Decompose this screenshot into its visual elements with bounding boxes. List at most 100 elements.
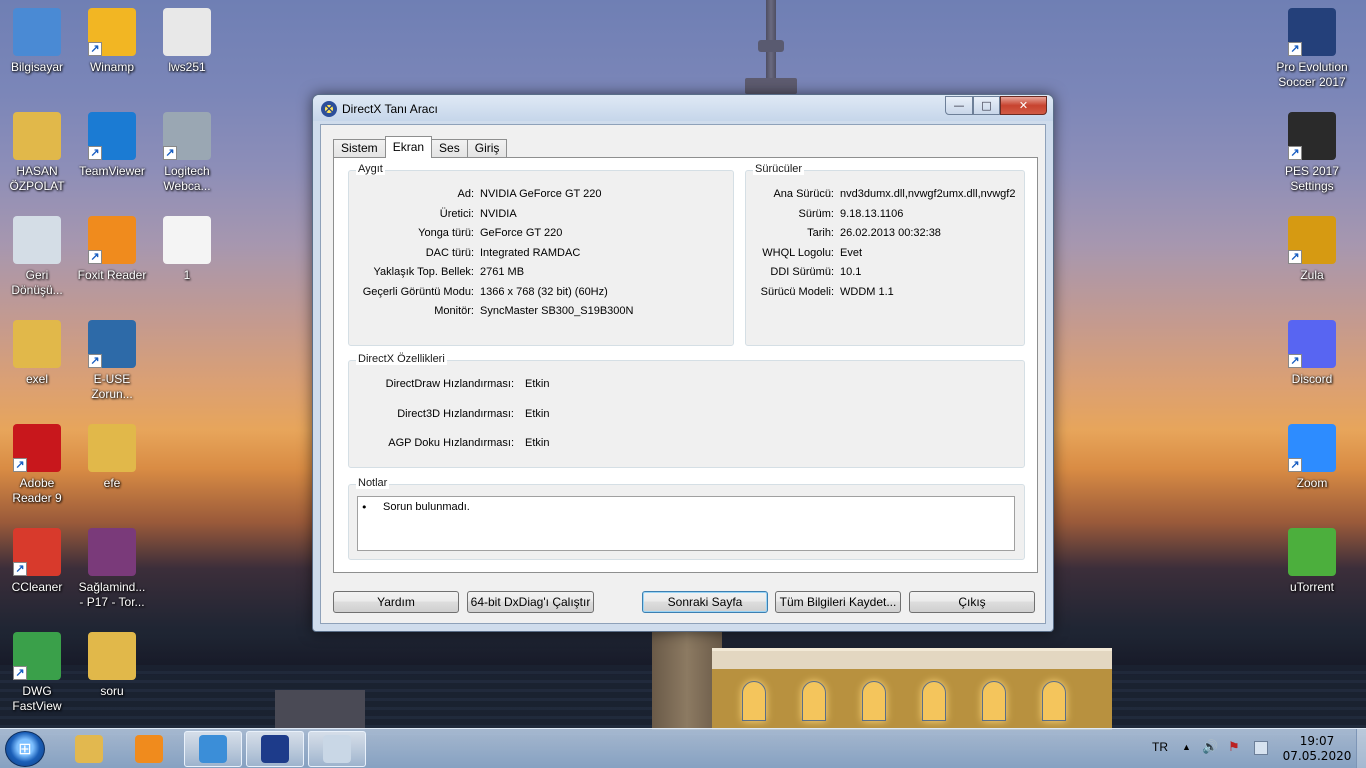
explorer-icon — [75, 735, 103, 763]
hasan-ozpolat-icon — [13, 112, 61, 160]
desktop-icon-label: soru — [100, 684, 124, 698]
teamviewer-icon: ↗ — [88, 112, 136, 160]
desktop-icon-exel[interactable]: exel — [1, 320, 73, 420]
device-group-title: Aygıt — [356, 163, 385, 175]
shortcut-arrow-icon: ↗ — [88, 250, 102, 264]
desktop-icon-discord[interactable]: ↗ Discord — [1276, 320, 1348, 420]
desktop-icon-foxit-reader[interactable]: ↗ Foxit Reader — [76, 216, 148, 316]
dwg-fastview-icon: ↗ — [13, 632, 61, 680]
desktop-icon-label: Logitech Webca... — [163, 164, 211, 193]
taskbar-item-directx[interactable] — [246, 731, 304, 767]
directx-window: ✕ DirectX Tanı Aracı — □ ✕ Sistem Ekran … — [312, 94, 1054, 632]
taskbar-item-media-player[interactable] — [120, 731, 178, 767]
shortcut-arrow-icon: ↗ — [13, 562, 27, 576]
desktop-icon-label: Winamp — [89, 60, 134, 74]
action-center-icon[interactable] — [1254, 741, 1268, 755]
tab-ekran[interactable]: Ekran — [384, 136, 433, 158]
saglamind-icon — [88, 528, 136, 576]
desktop-icon-efe[interactable]: efe — [76, 424, 148, 524]
shortcut-arrow-icon: ↗ — [1288, 458, 1302, 472]
tab-giris[interactable]: Giriş — [466, 139, 508, 158]
media-player-icon — [135, 735, 163, 763]
clock[interactable]: 19:07 07.05.2020 — [1282, 734, 1352, 764]
desktop-icon-label: DWG FastView — [12, 684, 62, 713]
desktop-icon-winamp[interactable]: ↗ Winamp — [76, 8, 148, 108]
show-desktop-button[interactable] — [1356, 729, 1366, 768]
shortcut-arrow-icon: ↗ — [1288, 250, 1302, 264]
desktop-icon-lws251[interactable]: lws251 — [151, 8, 223, 108]
taskbar-item-explorer[interactable] — [60, 731, 118, 767]
language-indicator[interactable]: TR — [1152, 740, 1168, 768]
network-icon[interactable]: ⚑ — [1228, 739, 1240, 768]
notes-textbox[interactable]: • Sorun bulunmadı. — [357, 496, 1015, 551]
desktop-icon-label: uTorrent — [1289, 580, 1335, 594]
desktop-icon-label: Adobe Reader 9 — [12, 476, 62, 505]
drivers-group-title: Sürücüler — [753, 163, 805, 175]
title-bar[interactable]: ✕ DirectX Tanı Aracı — □ ✕ — [313, 95, 1053, 121]
minimize-button[interactable]: — — [945, 96, 973, 115]
desktop-icon-teamviewer[interactable]: ↗ TeamViewer — [76, 112, 148, 212]
exel-icon — [13, 320, 61, 368]
desktop-icon-label: Geri Dönüşü... — [11, 268, 63, 297]
background-pavilion — [712, 648, 1112, 730]
ccleaner-icon: ↗ — [13, 528, 61, 576]
shortcut-arrow-icon: ↗ — [1288, 146, 1302, 160]
run-64bit-dxdiag-button[interactable]: 64-bit DxDiag'ı Çalıştır — [467, 591, 594, 613]
shortcut-arrow-icon: ↗ — [88, 354, 102, 368]
desktop-icon-zoom[interactable]: ↗ Zoom — [1276, 424, 1348, 524]
desktop-icon-label: 1 — [183, 268, 191, 282]
help-button[interactable]: Yardım — [333, 591, 459, 613]
directx-icon: ✕ — [321, 101, 337, 117]
desktop-icon-zula[interactable]: ↗ Zula — [1276, 216, 1348, 316]
start-button[interactable]: ⊞ — [5, 731, 45, 767]
desktop-icon-ccleaner[interactable]: ↗ CCleaner — [1, 528, 73, 628]
taskbar-item-chrome[interactable] — [184, 731, 242, 767]
desktop-icon-pes-2017-settings[interactable]: ↗ PES 2017 Settings — [1276, 112, 1348, 212]
desktop-icon-saglamind[interactable]: Sağlamind... - P17 - Tor... — [76, 528, 148, 628]
maximize-button[interactable]: □ — [973, 96, 1000, 115]
shortcut-arrow-icon: ↗ — [88, 146, 102, 160]
directx-icon — [261, 735, 289, 763]
bilgisayar-icon — [13, 8, 61, 56]
tray-expand-icon[interactable]: ▲ — [1182, 742, 1191, 768]
logitech-webcam-icon: ↗ — [163, 112, 211, 160]
notes-text: Sorun bulunmadı. — [383, 501, 470, 513]
desktop-icon-pes-2017[interactable]: ↗ Pro Evolution Soccer 2017 — [1276, 8, 1348, 108]
desktop-icon-bilgisayar[interactable]: Bilgisayar — [1, 8, 73, 108]
save-all-info-button[interactable]: Tüm Bilgileri Kaydet... — [775, 591, 901, 613]
desktop-icon-geri-donusum[interactable]: Geri Dönüşü... — [1, 216, 73, 316]
shortcut-arrow-icon: ↗ — [88, 42, 102, 56]
background-tower-base — [745, 78, 797, 94]
shortcut-arrow-icon: ↗ — [13, 458, 27, 472]
next-page-button[interactable]: Sonraki Sayfa — [642, 591, 768, 613]
desktop-icon-adobe-reader[interactable]: ↗ Adobe Reader 9 — [1, 424, 73, 524]
taskbar-item-paint[interactable] — [308, 731, 366, 767]
file-1-icon — [163, 216, 211, 264]
e-use-icon: ↗ — [88, 320, 136, 368]
desktop-icon-utorrent[interactable]: uTorrent — [1276, 528, 1348, 628]
shortcut-arrow-icon: ↗ — [13, 666, 27, 680]
desktop-icon-label: PES 2017 Settings — [1284, 164, 1340, 193]
adobe-reader-icon: ↗ — [13, 424, 61, 472]
taskbar: ⊞ TR ▲ 🔊 ⚑ 19:07 07.05.2020 — [0, 728, 1366, 768]
desktop-icon-logitech-webcam[interactable]: ↗ Logitech Webca... — [151, 112, 223, 212]
tab-sistem[interactable]: Sistem — [333, 139, 386, 158]
desktop-icon-hasan-ozpolat[interactable]: HASAN ÖZPOLAT — [1, 112, 73, 212]
directx-features-title: DirectX Özellikleri — [356, 353, 447, 365]
desktop-icon-e-use[interactable]: ↗ E-USE Zorun... — [76, 320, 148, 420]
desktop-icon-file-1[interactable]: 1 — [151, 216, 223, 316]
tab-ses[interactable]: Ses — [431, 139, 468, 158]
desktop-icon-label: exel — [25, 372, 48, 386]
desktop-icon-label: Pro Evolution Soccer 2017 — [1276, 60, 1348, 89]
desktop-icon-dwg-fastview[interactable]: ↗ DWG FastView — [1, 632, 73, 732]
desktop-icon-soru[interactable]: soru — [76, 632, 148, 732]
desktop-icon-label: Zula — [1300, 268, 1324, 282]
efe-icon — [88, 424, 136, 472]
zoom-icon: ↗ — [1288, 424, 1336, 472]
tab-strip: Sistem Ekran Ses Giriş — [333, 136, 508, 158]
volume-icon[interactable]: 🔊 — [1202, 739, 1218, 768]
close-button[interactable]: ✕ — [1000, 96, 1047, 115]
desktop-icon-label: Discord — [1291, 372, 1333, 386]
desktop-icon-label: lws251 — [168, 60, 206, 74]
exit-button[interactable]: Çıkış — [909, 591, 1035, 613]
